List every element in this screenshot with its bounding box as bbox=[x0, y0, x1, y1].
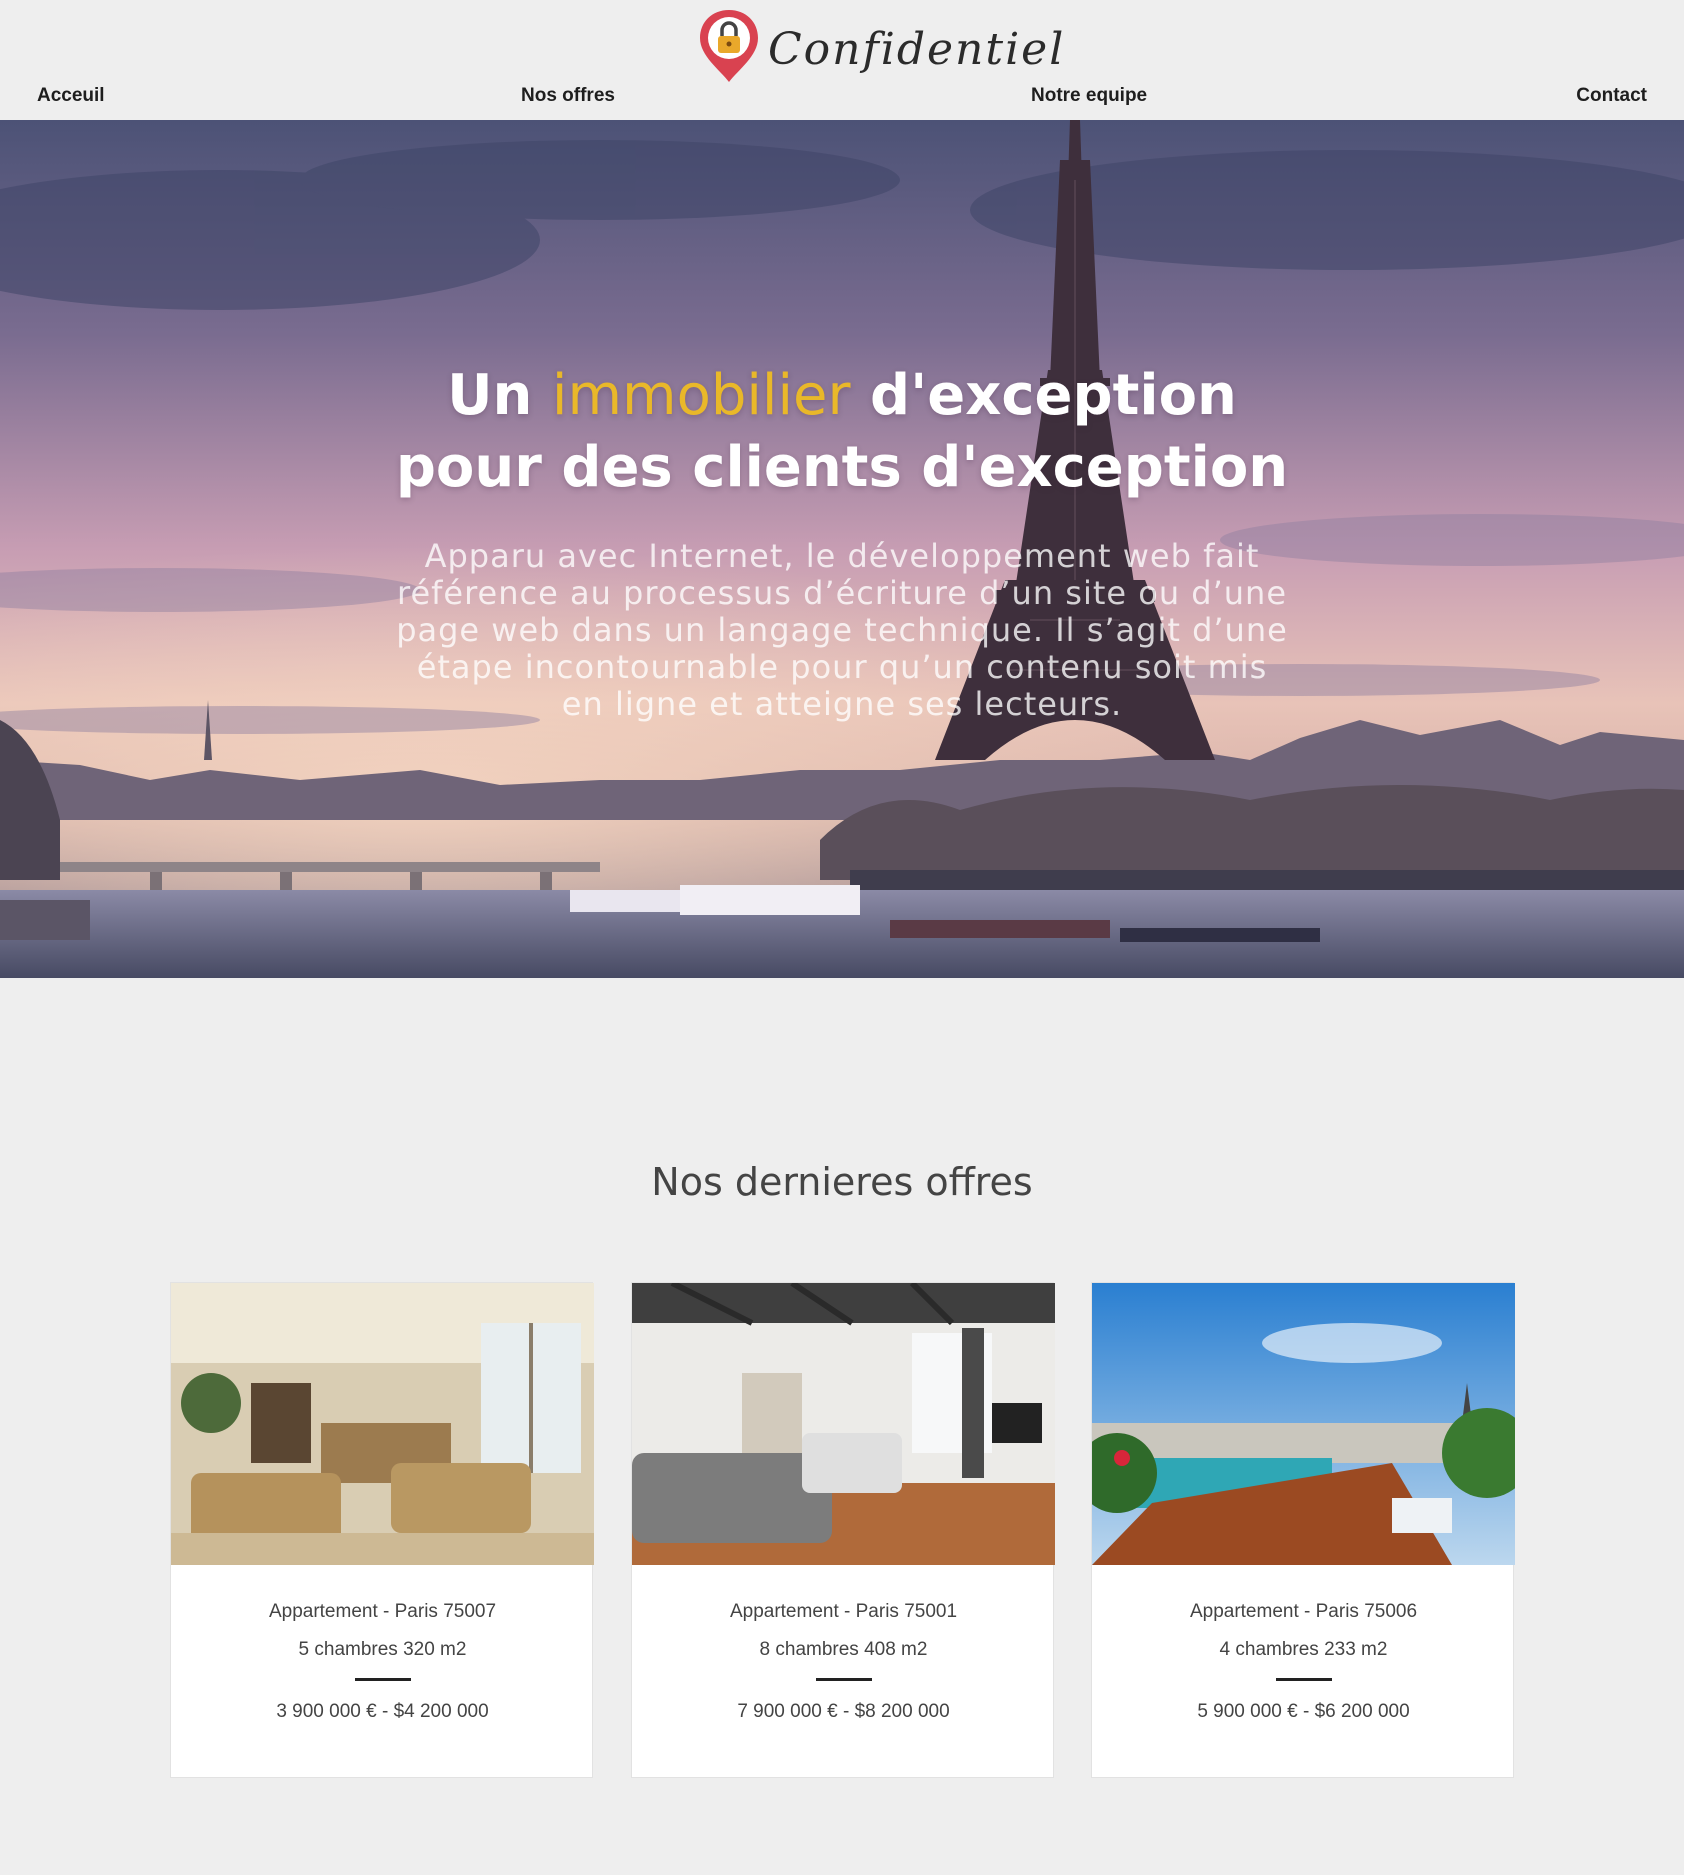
nav-link-nos-offres[interactable]: Nos offres bbox=[521, 85, 615, 107]
offer-card[interactable]: Appartement - Paris 75007 5 chambres 320… bbox=[170, 1282, 594, 1778]
offer-rooms: 5 chambres 320 m2 bbox=[298, 1639, 467, 1660]
offer-photo-loft[interactable] bbox=[632, 1283, 1055, 1565]
offer-card[interactable]: Appartement - Paris 75006 4 chambres 233… bbox=[1091, 1282, 1515, 1778]
brand-logo[interactable]: Confidentiel bbox=[698, 8, 1063, 86]
hero-description: Apparu avec Internet, le développement w… bbox=[396, 537, 1288, 723]
hero-title-accent: immobilier bbox=[551, 363, 851, 428]
hero-title-line2: pour des clients d'exception bbox=[395, 435, 1289, 500]
offer-card-body: Appartement - Paris 75007 5 chambres 320… bbox=[171, 1565, 594, 1723]
offer-type: Appartement - Paris 75001 bbox=[729, 1601, 958, 1622]
offer-type: Appartement - Paris 75006 bbox=[1189, 1601, 1418, 1622]
offer-type: Appartement - Paris 75007 bbox=[268, 1601, 497, 1622]
brand-name: Confidentiel bbox=[768, 24, 1066, 75]
offer-price: 3 900 000 € - $4 200 000 bbox=[276, 1701, 489, 1722]
hero-banner: Un immobilier d'exception pour des clien… bbox=[0, 120, 1684, 978]
offer-price: 7 900 000 € - $8 200 000 bbox=[737, 1701, 950, 1722]
hero-title: Un immobilier d'exception pour des clien… bbox=[0, 360, 1684, 504]
offer-divider bbox=[1275, 1678, 1332, 1681]
offer-divider bbox=[815, 1678, 872, 1681]
offer-divider bbox=[354, 1678, 411, 1681]
hero-title-part2: d'exception bbox=[850, 363, 1237, 428]
offer-photo-rooftop-pool[interactable] bbox=[1092, 1283, 1515, 1565]
nav-link-notre-equipe[interactable]: Notre equipe bbox=[1031, 85, 1147, 107]
offer-card-body: Appartement - Paris 75006 4 chambres 233… bbox=[1092, 1565, 1515, 1723]
offer-rooms: 8 chambres 408 m2 bbox=[759, 1639, 928, 1660]
offer-price: 5 900 000 € - $6 200 000 bbox=[1197, 1701, 1410, 1722]
hero-title-part1: Un bbox=[447, 363, 552, 428]
offer-rooms: 4 chambres 233 m2 bbox=[1219, 1639, 1388, 1660]
offers-section-title: Nos dernieres offres bbox=[651, 1160, 1033, 1204]
offer-photo-living-room[interactable] bbox=[171, 1283, 594, 1565]
nav-link-contact[interactable]: Contact bbox=[1576, 85, 1647, 107]
nav-link-accueil[interactable]: Acceuil bbox=[37, 85, 105, 107]
offer-card-body: Appartement - Paris 75001 8 chambres 408… bbox=[632, 1565, 1055, 1723]
location-lock-icon bbox=[700, 10, 758, 82]
site-header: Confidentiel Acceuil Nos offres Notre eq… bbox=[0, 0, 1684, 120]
offer-card[interactable]: Appartement - Paris 75001 8 chambres 408… bbox=[631, 1282, 1055, 1778]
